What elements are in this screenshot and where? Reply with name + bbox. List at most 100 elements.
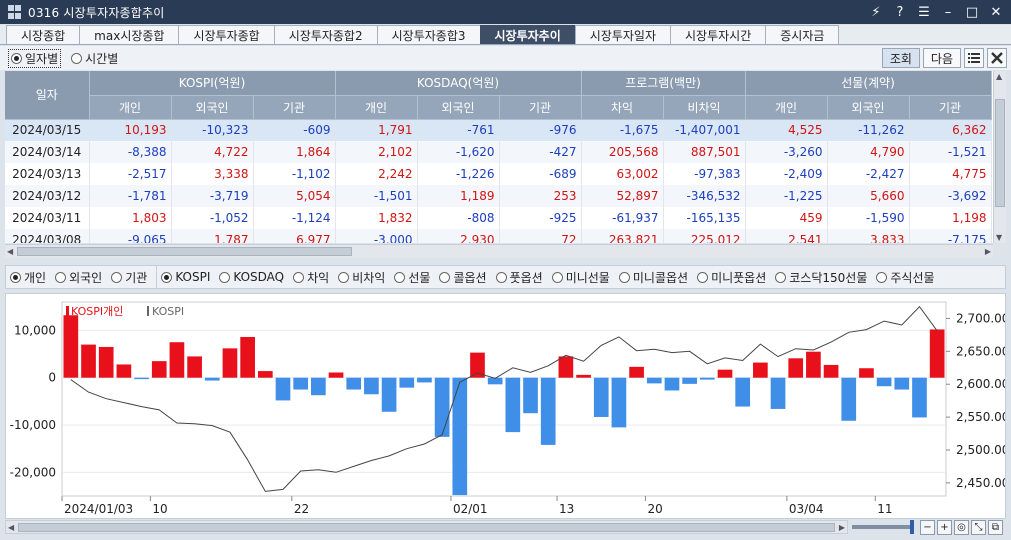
- chart-options: 개인 외국인 기관 KOSPI KOSDAQ 차익 비차익 선물 콜옵션 풋옵션 미니선물 미니콜옵…: [5, 265, 1006, 289]
- table-row[interactable]: 2024/03/12 -1,781 -3,719 5,054 -1,501 1,189 25…: [5, 185, 992, 207]
- market-option-label: KOSDAQ: [233, 270, 285, 284]
- market-option-radio[interactable]: KOSDAQ: [219, 270, 284, 284]
- column-header[interactable]: 개인: [89, 95, 172, 120]
- tab-item[interactable]: 시장투자종합: [178, 25, 275, 44]
- investor-option-radio[interactable]: 개인: [10, 269, 46, 286]
- value-cell: -8,388: [89, 141, 172, 163]
- list-icon[interactable]: [964, 48, 984, 68]
- scroll-left-icon[interactable]: ◀: [7, 247, 13, 256]
- search-button[interactable]: 조회: [881, 48, 920, 68]
- column-header[interactable]: 개인: [335, 95, 418, 120]
- tab-item[interactable]: 시장투자종합3: [376, 25, 481, 44]
- tab-item[interactable]: 시장종합: [6, 25, 81, 44]
- zoom-slider[interactable]: [852, 520, 914, 534]
- tab-item[interactable]: 시장투자시간: [670, 25, 767, 44]
- scroll-thumb[interactable]: [995, 99, 1005, 207]
- market-option-radio[interactable]: 비차익: [338, 269, 385, 286]
- table-row[interactable]: 2024/03/08 -9,065 1,787 6,977 -3,000 2,930 72 2…: [5, 229, 992, 243]
- value-cell: -1,407,001: [663, 119, 746, 141]
- column-header[interactable]: 외국인: [827, 95, 910, 120]
- scroll-thumb[interactable]: [17, 247, 352, 256]
- table-row[interactable]: 2024/03/15 10,193 -10,323 -609 1,791 -761 -976…: [5, 119, 992, 141]
- right-axis-tick: 2,500.00: [956, 443, 1005, 457]
- value-cell: -97,383: [663, 163, 746, 185]
- value-cell: -1,501: [335, 185, 418, 207]
- radio-icon: [338, 271, 350, 283]
- bar: [452, 377, 468, 496]
- column-header[interactable]: 차익: [581, 95, 664, 120]
- zoom-reset-icon[interactable]: ◎: [954, 519, 969, 535]
- bar: [770, 377, 786, 409]
- market-option-radio[interactable]: 풋옵션: [495, 269, 543, 286]
- radio-icon: [219, 271, 231, 283]
- expand-icon[interactable]: ⧉: [988, 519, 1003, 535]
- pin-icon[interactable]: ⚡: [869, 5, 883, 20]
- investor-option-label: 외국인: [69, 270, 103, 285]
- market-option-radio[interactable]: 미니콜옵션: [618, 269, 688, 286]
- column-header[interactable]: 외국인: [417, 95, 500, 120]
- tab-bar: 시장종합 max시장종합 시장투자종합 시장투자종합2 시장투자종합3 시장투자추이 시장투…: [0, 25, 1011, 45]
- market-option-radio[interactable]: 콜옵션: [439, 269, 487, 286]
- bar: [240, 337, 255, 378]
- market-option-radio[interactable]: 미니선물: [551, 269, 610, 286]
- column-header[interactable]: 기관: [909, 95, 992, 120]
- scroll-right-icon[interactable]: ▶: [839, 523, 845, 532]
- market-option-radio[interactable]: 주식선물: [876, 269, 935, 286]
- close-icon[interactable]: ✕: [989, 5, 1003, 20]
- scroll-down-icon[interactable]: ▼: [996, 233, 1002, 242]
- scroll-thumb[interactable]: [18, 523, 835, 532]
- column-header[interactable]: 외국인: [171, 95, 254, 120]
- value-cell: 3,338: [171, 163, 254, 185]
- tab-item[interactable]: 시장투자추이: [479, 25, 576, 44]
- grid-horizontal-scrollbar[interactable]: ◀ ▶: [5, 244, 993, 258]
- table-row[interactable]: 2024/03/11 1,803 -1,052 -1,124 1,832 -808 -925…: [5, 207, 992, 229]
- market-option-radio[interactable]: 코스닥150선물: [775, 269, 867, 286]
- column-header[interactable]: 기관: [499, 95, 582, 120]
- help-icon[interactable]: ?: [893, 5, 907, 20]
- column-header[interactable]: 기관: [253, 95, 336, 120]
- bar: [169, 342, 185, 378]
- investor-option-radio[interactable]: 외국인: [55, 269, 102, 286]
- market-option-radio[interactable]: 차익: [293, 269, 329, 286]
- value-cell: -976: [499, 119, 582, 141]
- market-option-radio[interactable]: KOSPI: [161, 270, 210, 284]
- scroll-left-icon[interactable]: ◀: [8, 523, 14, 532]
- scroll-right-icon[interactable]: ▶: [985, 247, 991, 256]
- zoom-slider-knob[interactable]: [910, 520, 914, 534]
- radio-icon: [161, 271, 173, 283]
- chart-svg: 10,000 0 -10,000 -20,000 2,700.00 2,650.00 2,6…: [10, 301, 1009, 516]
- market-option-radio[interactable]: 선물: [394, 269, 430, 286]
- daily-radio[interactable]: 일자별: [8, 48, 62, 68]
- market-option-radio[interactable]: 미니풋옵션: [697, 269, 766, 286]
- tab-item[interactable]: 증시자금: [765, 25, 840, 44]
- maximize-icon[interactable]: □: [965, 5, 979, 20]
- close-panel-icon[interactable]: [987, 48, 1007, 68]
- investor-option-radio[interactable]: 기관: [111, 269, 147, 286]
- kosdaq-group-header: KOSDAQ(억원): [335, 71, 582, 96]
- chart-scrollbar[interactable]: ◀ ▶: [5, 520, 848, 534]
- scroll-up-icon[interactable]: ▲: [996, 72, 1002, 81]
- bar: [134, 377, 149, 380]
- table-row[interactable]: 2024/03/13 -2,517 3,338 -1,102 2,242 -1,226 -6…: [5, 163, 992, 185]
- zoom-in-icon[interactable]: +: [937, 519, 952, 535]
- value-cell: 5,660: [827, 185, 910, 207]
- bar: [364, 377, 379, 395]
- bar: [540, 377, 556, 445]
- x-axis-label: 02/01: [453, 502, 488, 516]
- tab-item[interactable]: 시장투자종합2: [273, 25, 378, 44]
- hourly-radio[interactable]: 시간별: [71, 50, 118, 67]
- column-header[interactable]: 비차익: [663, 95, 746, 120]
- column-header[interactable]: 개인: [745, 95, 828, 120]
- zoom-out-icon[interactable]: −: [920, 519, 935, 535]
- minimize-icon[interactable]: –: [941, 5, 955, 20]
- tab-item[interactable]: max시장종합: [79, 25, 180, 44]
- tab-item[interactable]: 시장투자일자: [574, 25, 672, 44]
- date-header[interactable]: 일자: [5, 71, 90, 120]
- value-cell: 225,012: [663, 229, 746, 243]
- bar: [717, 369, 733, 378]
- table-row[interactable]: 2024/03/14 -8,388 4,722 1,864 2,102 -1,620 -42…: [5, 141, 992, 163]
- next-button[interactable]: 다음: [922, 48, 961, 68]
- menu-icon[interactable]: ☰: [917, 5, 931, 20]
- zoom-fit-icon[interactable]: ⤡: [971, 519, 986, 535]
- grid-vertical-scrollbar[interactable]: ▲ ▼: [993, 71, 1006, 243]
